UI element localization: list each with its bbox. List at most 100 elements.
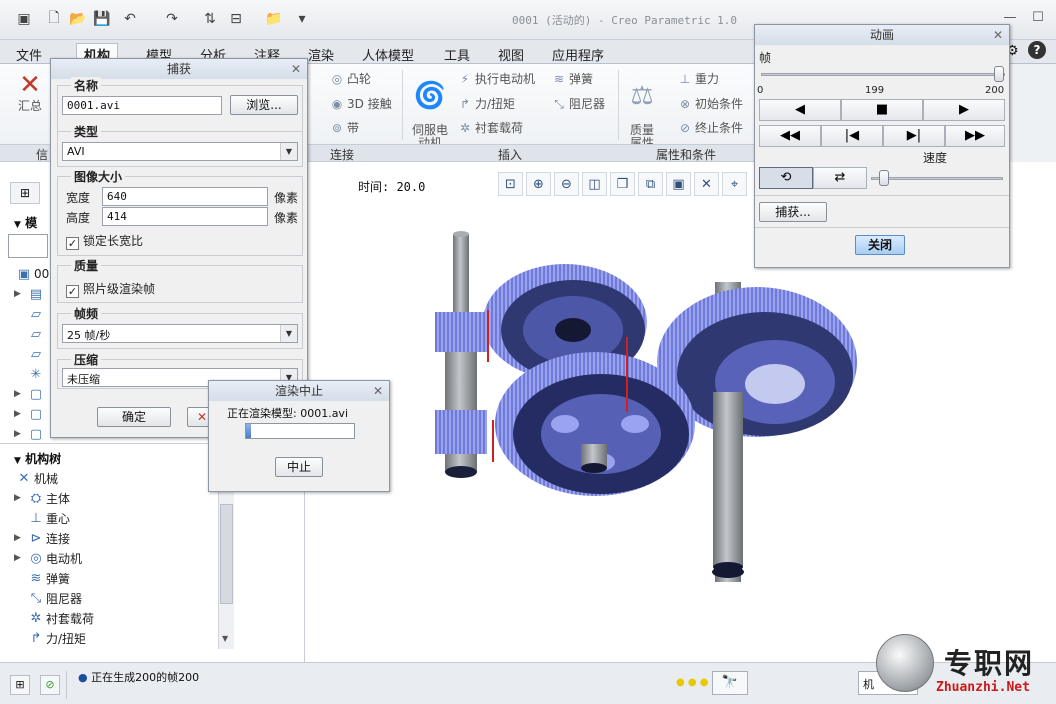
regenerate-icon[interactable]: ⇅ [200,9,220,29]
contact3d-button[interactable]: ◉ 3D 接触 [330,95,392,112]
redo-icon[interactable]: ↷ [162,9,182,29]
tree-item[interactable]: ▶ ▢ [14,384,46,404]
zoom-in-icon[interactable]: ⊕ [526,172,551,196]
mech-item-motors[interactable]: ▶ ◎ 电动机 [14,548,82,568]
stop-button[interactable]: 中止 [275,457,323,477]
mech-item-springs[interactable]: ≋ 弹簧 [14,568,70,588]
datum-display-icon[interactable]: ✕ [694,172,719,196]
servo-motor-button[interactable]: 🌀 伺服电 动机 [408,68,452,150]
scroll-down-icon[interactable]: ▼ [222,634,228,643]
browser-toggle-icon[interactable]: ⊘ [40,675,60,695]
new-file-icon[interactable]: 🗋 [44,9,64,29]
play-forward-button[interactable]: ▶ [923,99,1005,121]
spring-button[interactable]: ≋ 弹簧 [552,70,593,87]
tree-item[interactable]: ✳ [14,364,46,384]
reverse-icon[interactable]: ⇄ [813,167,867,189]
bushing-load-button[interactable]: ✲ 衬套载荷 [458,119,523,136]
fast-forward-icon[interactable]: ▶▶ [945,125,1005,147]
term-icon: ⊘ [679,121,691,135]
damper-button[interactable]: ⤡ 阻尼器 [552,95,605,112]
scrollbar-thumb[interactable] [220,504,233,604]
ok-button[interactable]: 确定 [97,407,171,427]
mech-item-dampers[interactable]: ⤡ 阻尼器 [14,588,82,608]
rewind-icon[interactable]: ◀◀ [759,125,821,147]
tree-tab-icon[interactable]: ⊞ [10,182,40,204]
tree-item[interactable]: ▱ [14,304,46,324]
step-forward-icon[interactable]: ▶| [883,125,945,147]
initial-condition-button[interactable]: ⊗ 初始条件 [678,95,743,112]
perspective-icon[interactable]: ▣ [666,172,691,196]
mech-item-bodies[interactable]: ▶ ⛭ 主体 [14,488,70,508]
bushing-icon: ✲ [459,121,471,135]
height-input[interactable]: 414 [102,207,268,226]
mass-properties-button[interactable]: ⚖ 质量 属性 [622,68,662,150]
tree-search-input[interactable] [8,234,48,258]
stop-icon[interactable]: ■ [841,99,923,121]
frame-slider[interactable] [761,73,1005,76]
image-size-group: 图像大小 宽度 640 像素 高度 414 像素 ✓ 锁定长宽比 [57,168,303,256]
close-window-icon[interactable]: 📁 [264,9,284,29]
refit-icon[interactable]: ⊡ [498,172,523,196]
tab-tools[interactable]: 工具 [436,43,478,64]
exec-motor-button[interactable]: ⚡ 执行电动机 [458,70,535,87]
tree-item[interactable]: ▱ [14,324,46,344]
width-input[interactable]: 640 [102,187,268,206]
browse-button[interactable]: 浏览... [230,95,298,115]
photo-render-checkbox[interactable]: ✓ 照片级渲染帧 [66,280,155,298]
find-icon[interactable]: 🔭 [712,671,748,695]
close-button[interactable]: 关闭 [855,235,905,255]
mech-item-connections[interactable]: ▶ ⊳ 连接 [14,528,70,548]
force-torque-button[interactable]: ↱ 力/扭矩 [458,95,515,112]
animation-dialog: 动画 ✕ 帧 0 199 200 ◀ ■ ▶ ◀◀ |◀ ▶| ▶▶ 速度 ⟲ ⇄… [754,24,1010,268]
repaint-icon[interactable]: ◫ [582,172,607,196]
saved-views-icon[interactable]: ⧉ [638,172,663,196]
windows-icon[interactable]: ⊟ [226,9,246,29]
tab-manikin[interactable]: 人体模型 [354,43,422,64]
tree-item[interactable]: ▶ ▢ [14,424,46,444]
play-backward-button[interactable]: ◀ [759,99,841,121]
maximize-icon[interactable]: ☐ [1028,10,1048,28]
tree-toggle-icon[interactable]: ⊞ [10,675,30,695]
status-message: ● 正在生成200的帧200 [78,671,200,684]
tree-item-root[interactable]: ▣ 00 [14,264,49,284]
speed-slider[interactable] [871,177,1003,180]
capture-dialog-title: 捕获 [166,62,191,76]
belt-button[interactable]: ⊚ 带 [330,119,359,136]
summary-button[interactable]: ✕ 汇总 [14,70,46,113]
capture-button[interactable]: 捕获... [759,202,827,222]
type-select[interactable]: AVI ▼ [62,142,298,161]
frame-slider-thumb[interactable] [993,66,1004,82]
lock-ratio-checkbox[interactable]: ✓ 锁定长宽比 [66,232,143,250]
tab-applications[interactable]: 应用程序 [544,43,612,64]
display-style-icon[interactable]: ❒ [610,172,635,196]
tree-item[interactable]: ▶ ▤ [14,284,46,304]
zoom-out-icon[interactable]: ⊖ [554,172,579,196]
close-icon[interactable]: ✕ [291,59,301,79]
step-back-icon[interactable]: |◀ [821,125,883,147]
save-icon[interactable]: 💾 [92,9,112,29]
render-message: 正在渲染模型: 0001.avi [227,407,348,420]
gravity-button[interactable]: ⊥ 重力 [678,70,719,87]
close-icon[interactable]: ✕ [993,25,1003,45]
annotation-display-icon[interactable]: ⌖ [722,172,747,196]
customize-qat-icon[interactable]: ▾ [292,9,312,29]
name-input[interactable]: 0001.avi [62,96,222,115]
mech-item-forces[interactable]: ↱ 力/扭矩 [14,628,87,648]
help-icon[interactable]: ? [1028,41,1046,59]
mech-item-mechanism[interactable]: ✕ 机械 [14,468,58,488]
loop-icon[interactable]: ⟲ [759,167,813,189]
mech-item-bushings[interactable]: ✲ 衬套载荷 [14,608,94,628]
mech-item-gravity[interactable]: ⊥ 重心 [14,508,70,528]
close-icon[interactable]: ✕ [373,381,383,401]
tab-view[interactable]: 视图 [490,43,532,64]
frame-current: 199 [865,85,885,96]
frame-rate-select[interactable]: 25 帧/秒 ▼ [62,324,298,343]
open-folder-icon[interactable]: 📂 [68,9,88,29]
tree-item[interactable]: ▶ ▢ [14,404,46,424]
speed-slider-thumb[interactable] [879,170,889,186]
tab-file[interactable]: 文件 [8,43,50,64]
tree-item[interactable]: ▱ [14,344,46,364]
cam-button[interactable]: ◎ 凸轮 [330,70,371,87]
undo-icon[interactable]: ↶ [120,9,140,29]
termination-condition-button[interactable]: ⊘ 终止条件 [678,119,743,136]
